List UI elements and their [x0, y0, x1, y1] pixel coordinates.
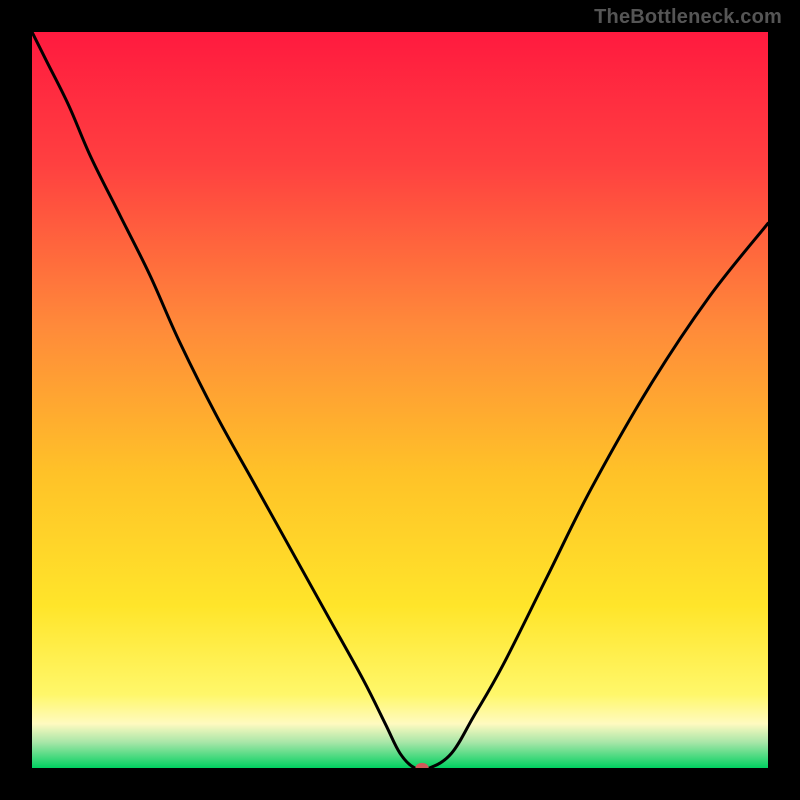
chart-svg [32, 32, 768, 768]
plot-area [32, 32, 768, 768]
watermark-text: TheBottleneck.com [594, 6, 782, 29]
chart-frame: TheBottleneck.com [0, 0, 800, 800]
gradient-background [32, 32, 768, 768]
